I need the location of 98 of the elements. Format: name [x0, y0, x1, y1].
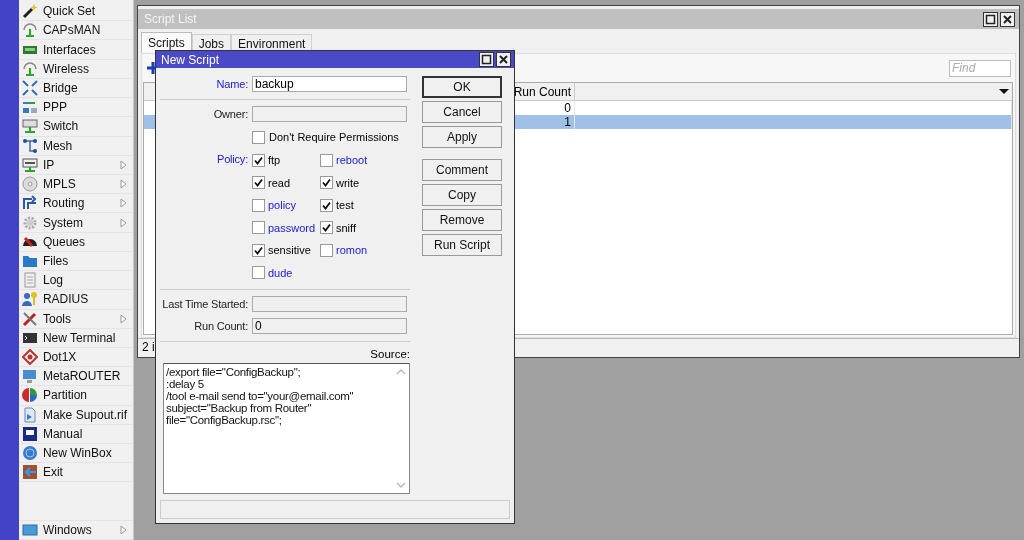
checkbox[interactable]: [252, 266, 265, 279]
document-icon: [21, 406, 38, 423]
menu-item[interactable]: Switch: [18, 117, 133, 137]
field-label: Policy:: [216, 153, 248, 165]
dialog-button[interactable]: Cancel: [422, 101, 502, 123]
checkbox[interactable]: [252, 221, 265, 234]
field-label: Name:: [215, 78, 248, 90]
globe-icon: [21, 445, 38, 462]
field-label: Last Time Started:: [161, 297, 248, 310]
scroll-down-icon: [396, 480, 406, 489]
dialog-button[interactable]: Run Script: [422, 234, 502, 256]
menu-item[interactable]: Interfaces: [18, 40, 133, 60]
menu-item[interactable]: IP: [18, 155, 133, 175]
menu-item[interactable]: Queues: [18, 232, 133, 252]
dialog-button[interactable]: Apply: [422, 126, 502, 148]
dialog-button[interactable]: OK: [422, 76, 502, 98]
menu-item[interactable]: Make Supout.rif: [18, 405, 133, 425]
maximize-icon[interactable]: [983, 11, 998, 27]
route-icon: [21, 195, 38, 212]
run-count-field[interactable]: 0: [252, 317, 407, 334]
menu-item[interactable]: Routing: [18, 194, 133, 214]
checkbox-label: read: [268, 176, 291, 189]
maximize-icon[interactable]: [479, 52, 494, 67]
dropdown-icon: [999, 89, 1009, 94]
dialog-title: New Script: [161, 52, 219, 67]
nodes-icon: [21, 137, 38, 154]
menu-item[interactable]: PPP: [18, 98, 133, 118]
menu-item[interactable]: New WinBox: [18, 444, 133, 464]
dialog-button[interactable]: Copy: [422, 184, 502, 206]
arrows-icon: [21, 80, 38, 96]
menu-item[interactable]: Mesh: [18, 136, 133, 156]
menu-item[interactable]: Dot1X: [18, 347, 133, 368]
user-key-icon: [21, 291, 38, 308]
menu-item[interactable]: Windows: [18, 520, 133, 540]
source-editor[interactable]: /export file="ConfigBackup"; :delay 5 /tool e-mail send to="your@email.com" subject="Backup from Router" file="ConfigBackup.rsc";: [163, 362, 410, 494]
menu-item[interactable]: RADIUS: [18, 290, 133, 310]
menu-item[interactable]: Exit: [18, 463, 133, 483]
menu-item[interactable]: Wireless: [18, 59, 133, 79]
antenna-icon: [21, 60, 38, 77]
menu-item[interactable]: Partition: [18, 386, 133, 406]
find-field[interactable]: Find: [949, 59, 1011, 77]
menu-item[interactable]: New Terminal: [18, 328, 133, 348]
menu-item[interactable]: Quick Set: [18, 2, 133, 22]
document-icon: [21, 272, 38, 289]
menu-item[interactable]: Log: [18, 271, 133, 291]
checkbox-label: write: [336, 176, 360, 189]
menu-item[interactable]: Files: [18, 251, 133, 272]
name-field[interactable]: backup: [252, 76, 407, 92]
monitor-icon: [21, 368, 38, 385]
dialog-button[interactable]: Comment: [422, 159, 502, 181]
checkbox-label: policy: [268, 199, 297, 211]
checkbox[interactable]: [320, 153, 333, 167]
source-code: /export file="ConfigBackup"; :delay 5 /tool e-mail send to="your@email.com" subject="Backup from Router" file="ConfigBackup.rsc";: [165, 364, 355, 428]
checkbox[interactable]: [252, 198, 265, 212]
menu-item[interactable]: Bridge: [18, 78, 133, 99]
checkbox[interactable]: [320, 176, 333, 189]
checkbox-label: dude: [268, 266, 293, 279]
close-icon[interactable]: [1000, 11, 1015, 27]
owner-field[interactable]: [252, 106, 407, 122]
checkbox[interactable]: [320, 221, 333, 234]
status-text: 2 i: [142, 340, 155, 354]
tools-icon: [21, 310, 38, 327]
network-icon: [21, 99, 38, 116]
switch-icon: [21, 118, 38, 135]
exit-icon: [21, 464, 38, 481]
checkbox[interactable]: [252, 243, 265, 257]
checkbox-label: ftp: [268, 154, 281, 166]
checkbox[interactable]: [252, 153, 265, 167]
checkbox-label: reboot: [336, 154, 368, 166]
checkbox[interactable]: [252, 130, 265, 144]
gear-icon: [21, 214, 38, 231]
dialog-button[interactable]: Remove: [422, 209, 502, 231]
last-time-started-field[interactable]: [252, 295, 407, 312]
wand-icon: [21, 3, 38, 20]
field-label: Source:: [370, 347, 410, 360]
checkbox[interactable]: [252, 176, 265, 189]
window-icon: [21, 522, 38, 538]
menu-item[interactable]: CAPsMAN: [18, 21, 133, 41]
checkbox[interactable]: [320, 243, 333, 257]
checkbox-label: sensitive: [268, 244, 311, 256]
menu-item[interactable]: Tools: [18, 309, 133, 329]
checkbox-label: sniff: [336, 221, 356, 234]
scroll-up-icon: [396, 367, 406, 376]
target-icon: [21, 349, 38, 366]
checkbox-label: Don't Require Permissions: [269, 131, 399, 143]
menu-item[interactable]: MetaROUTER: [18, 367, 133, 387]
checkbox-label: password: [268, 221, 316, 234]
antenna-icon: [21, 22, 38, 39]
disc-icon: [21, 176, 38, 193]
close-icon[interactable]: [496, 52, 511, 67]
menu-item[interactable]: System: [18, 213, 133, 233]
checkbox[interactable]: [320, 198, 333, 212]
checkbox-label: romon: [336, 244, 368, 256]
field-label: Run Count:: [193, 319, 248, 332]
checkbox-label: test: [336, 199, 354, 211]
menu-item[interactable]: MPLS: [18, 174, 133, 195]
menu-item[interactable]: Manual: [18, 424, 133, 445]
pie-chart-icon: [21, 387, 38, 404]
